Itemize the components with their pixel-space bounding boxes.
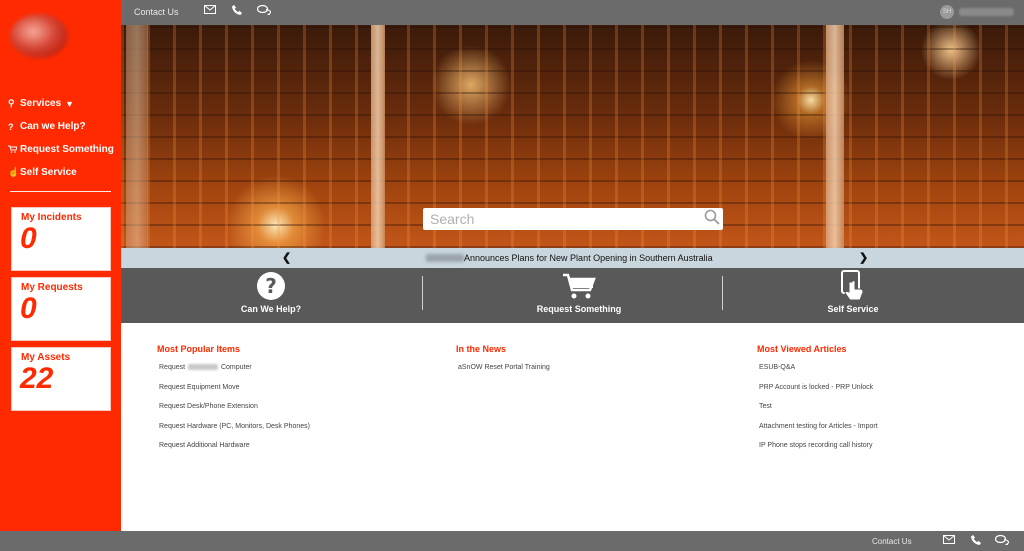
sidebar-item-label: Self Service bbox=[20, 167, 77, 178]
news-ticker: ❮ Announces Plans for New Plant Opening … bbox=[121, 248, 1024, 268]
card-count: 22 bbox=[20, 362, 54, 395]
sidebar-item-label: Request Something bbox=[20, 144, 114, 155]
list-item[interactable]: Attachment testing for Articles - Import bbox=[757, 423, 878, 443]
list-item[interactable]: Test bbox=[757, 403, 878, 423]
chevron-down-icon: ▼ bbox=[65, 98, 75, 109]
search-bar bbox=[423, 208, 723, 230]
sidebar: ⚲ Services ▼ ? Can we Help? Request Some… bbox=[0, 0, 121, 531]
card-count: 0 bbox=[20, 222, 37, 255]
ticker-headline[interactable]: Announces Plans for New Plant Opening in… bbox=[464, 253, 713, 263]
request-something-action[interactable]: Request Something bbox=[519, 268, 639, 323]
wrench-icon: ⚲ bbox=[8, 98, 15, 108]
phone-icon[interactable] bbox=[232, 5, 242, 18]
my-incidents-card[interactable]: My Incidents 0 bbox=[11, 207, 111, 271]
chat-icon[interactable] bbox=[994, 534, 1010, 548]
question-circle-icon: ? bbox=[8, 121, 14, 132]
section-title: Most Viewed Articles bbox=[757, 344, 847, 354]
sidebar-item-self-service[interactable]: ☝ Self Service bbox=[8, 161, 118, 184]
ticker-prev-button[interactable]: ❮ bbox=[282, 251, 291, 264]
self-service-action[interactable]: Self Service bbox=[793, 268, 913, 323]
sidebar-divider bbox=[10, 191, 111, 192]
quick-actions: ? Can We Help? Request Something Self Se… bbox=[121, 268, 1024, 323]
action-separator bbox=[422, 276, 423, 310]
phone-icon[interactable] bbox=[971, 535, 981, 548]
cart-icon bbox=[8, 145, 20, 155]
avatar: SH bbox=[940, 5, 954, 19]
sidebar-item-request-something[interactable]: Request Something bbox=[8, 138, 118, 161]
list-item[interactable]: aSnOW Reset Portal Training bbox=[456, 364, 550, 384]
card-title: My Requests bbox=[21, 282, 83, 293]
list-item[interactable]: PRP Account is locked - PRP Unlock bbox=[757, 384, 878, 404]
section-title: In the News bbox=[456, 344, 507, 354]
envelope-icon[interactable] bbox=[204, 5, 216, 17]
hero-image bbox=[826, 25, 844, 248]
footer: Contact Us bbox=[0, 531, 1024, 551]
my-assets-card[interactable]: My Assets 22 bbox=[11, 347, 111, 411]
in-the-news: In the News aSnOW Reset Portal Training bbox=[456, 344, 550, 384]
card-title: My Assets bbox=[21, 352, 71, 363]
sidebar-item-services[interactable]: ⚲ Services ▼ bbox=[8, 92, 118, 115]
ticker-next-button[interactable]: ❯ bbox=[859, 251, 868, 264]
touch-screen-icon bbox=[840, 268, 866, 304]
top-bar: Contact Us SH bbox=[121, 0, 1024, 25]
search-icon[interactable] bbox=[701, 209, 723, 229]
svg-text:?: ? bbox=[265, 274, 277, 298]
list-item[interactable]: Request Desk/Phone Extension bbox=[157, 403, 310, 423]
redacted-text bbox=[188, 364, 219, 371]
hand-pointer-icon: ☝ bbox=[8, 167, 20, 177]
action-label: Can We Help? bbox=[240, 304, 302, 314]
my-requests-card[interactable]: My Requests 0 bbox=[11, 277, 111, 341]
company-name-redacted bbox=[426, 254, 464, 262]
card-count: 0 bbox=[20, 292, 37, 325]
company-logo[interactable] bbox=[10, 14, 68, 58]
envelope-icon[interactable] bbox=[943, 535, 955, 547]
action-separator bbox=[722, 276, 723, 310]
hero-image bbox=[126, 25, 148, 248]
action-label: Self Service bbox=[827, 304, 879, 314]
chat-icon[interactable] bbox=[256, 4, 272, 18]
list-item[interactable]: IP Phone stops recording call history bbox=[757, 442, 878, 462]
list-item[interactable]: ESUB-Q&A bbox=[757, 364, 878, 384]
user-name-redacted bbox=[959, 8, 1014, 16]
sidebar-item-label: Services bbox=[20, 98, 62, 109]
card-title: My Incidents bbox=[21, 212, 82, 223]
list-item[interactable]: Request Additional Hardware bbox=[157, 442, 310, 462]
user-menu[interactable]: SH bbox=[940, 5, 1014, 19]
can-we-help-action[interactable]: ? Can We Help? bbox=[211, 268, 331, 323]
service-portal: ⚲ Services ▼ ? Can we Help? Request Some… bbox=[0, 0, 1024, 551]
sidebar-item-label: Can we Help? bbox=[20, 121, 86, 132]
list-item[interactable]: Request Computer bbox=[157, 364, 310, 384]
contact-us-link[interactable]: Contact Us bbox=[134, 7, 179, 17]
action-label: Request Something bbox=[536, 304, 622, 314]
hero-image bbox=[371, 25, 385, 248]
list-item[interactable]: Request Equipment Move bbox=[157, 384, 310, 404]
section-title: Most Popular Items bbox=[157, 344, 241, 354]
sidebar-item-can-we-help[interactable]: ? Can we Help? bbox=[8, 115, 118, 138]
most-viewed-articles: Most Viewed Articles ESUB-Q&A PRP Accoun… bbox=[757, 344, 878, 462]
question-circle-icon: ? bbox=[256, 268, 286, 304]
most-popular-items: Most Popular Items Request Computer Requ… bbox=[157, 344, 310, 462]
cart-icon bbox=[562, 268, 596, 304]
sidebar-nav: ⚲ Services ▼ ? Can we Help? Request Some… bbox=[8, 92, 118, 184]
list-item[interactable]: Request Hardware (PC, Monitors, Desk Pho… bbox=[157, 423, 310, 443]
item-text: Computer bbox=[220, 364, 252, 371]
search-input[interactable] bbox=[423, 209, 701, 229]
item-text: Request bbox=[159, 364, 186, 371]
hero-banner bbox=[121, 25, 1024, 248]
contact-us-link[interactable]: Contact Us bbox=[872, 537, 912, 546]
